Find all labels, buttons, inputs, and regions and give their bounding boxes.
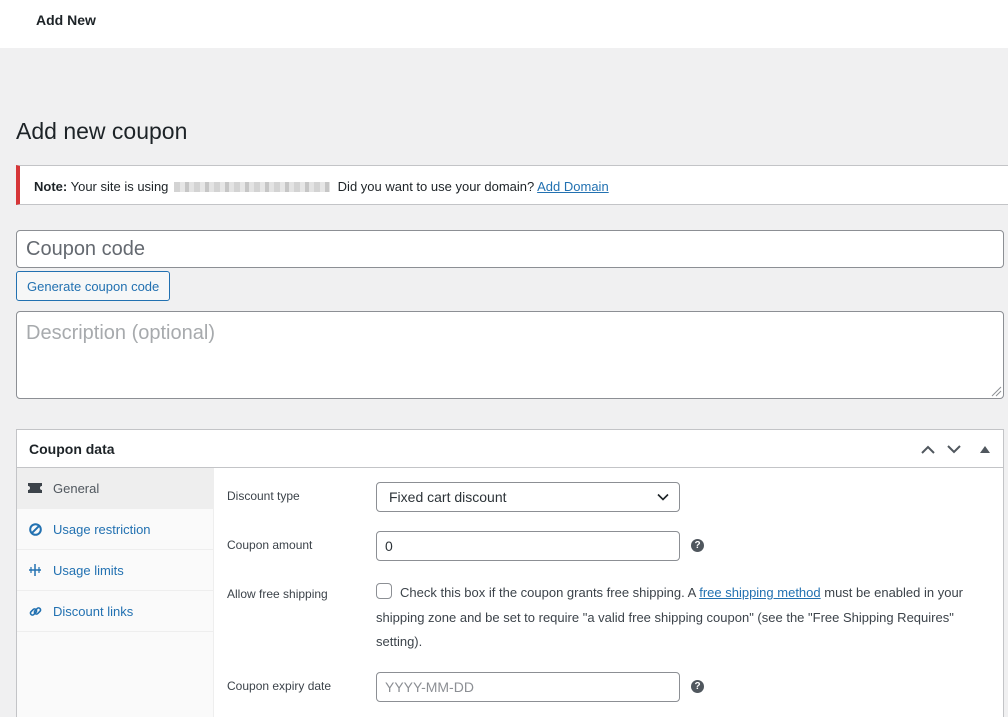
add-domain-link[interactable]: Add Domain	[537, 179, 609, 194]
discount-type-label: Discount type	[227, 489, 300, 503]
expiry-date-label: Coupon expiry date	[227, 679, 332, 693]
coupon-code-input[interactable]	[16, 230, 1004, 268]
collapse-toggle-icon[interactable]	[975, 439, 995, 459]
notice-text-before: Your site is using	[70, 179, 169, 194]
ticket-icon	[27, 480, 43, 496]
coupon-data-header: Coupon data	[17, 430, 1003, 468]
tab-discount-links[interactable]: Discount links	[17, 591, 213, 632]
chevron-down-icon	[657, 493, 669, 501]
help-icon[interactable]: ?	[691, 539, 704, 552]
tab-label: Usage limits	[53, 562, 124, 578]
resize-handle-icon[interactable]	[990, 385, 1002, 397]
coupon-amount-label: Coupon amount	[227, 538, 313, 552]
limits-icon	[27, 562, 43, 578]
coupon-data-panel: Coupon data General Usage restriction Us…	[16, 429, 1004, 717]
tab-usage-restriction[interactable]: Usage restriction	[17, 509, 213, 550]
move-up-icon[interactable]	[918, 439, 938, 459]
free-shipping-method-link[interactable]: free shipping method	[699, 585, 820, 600]
free-shipping-description: Check this box if the coupon grants free…	[376, 581, 996, 655]
top-bar: Add New	[0, 0, 1008, 48]
description-textarea[interactable]	[16, 311, 1004, 399]
free-shipping-label: Allow free shipping	[227, 587, 328, 601]
coupon-data-tabs: General Usage restriction Usage limits D…	[17, 468, 214, 717]
help-icon[interactable]: ?	[691, 680, 704, 693]
link-icon	[27, 603, 43, 619]
tab-label: Discount links	[53, 603, 134, 619]
notice-text-after: Did you want to use your domain?	[337, 179, 535, 194]
expiry-date-input[interactable]	[376, 672, 680, 702]
discount-type-select[interactable]: Fixed cart discount	[376, 482, 680, 512]
discount-type-value: Fixed cart discount	[389, 489, 507, 505]
tab-label: General	[53, 480, 100, 496]
prohibited-icon	[27, 521, 43, 537]
notice-label: Note:	[34, 179, 68, 194]
coupon-amount-input[interactable]	[376, 531, 680, 561]
tab-label: Usage restriction	[53, 521, 151, 537]
page-title: Add new coupon	[16, 118, 188, 144]
add-new-link[interactable]: Add New	[36, 12, 96, 28]
move-down-icon[interactable]	[944, 439, 964, 459]
free-shipping-text-before: Check this box if the coupon grants free…	[400, 585, 696, 600]
general-panel: Discount type Fixed cart discount Coupon…	[214, 468, 1004, 717]
tab-general[interactable]: General	[17, 468, 213, 509]
coupon-data-title: Coupon data	[29, 441, 115, 457]
domain-notice: Note: Your site is using Did you want to…	[16, 165, 1008, 205]
tab-usage-limits[interactable]: Usage limits	[17, 550, 213, 591]
blurred-domain	[174, 182, 331, 192]
generate-coupon-code-button[interactable]: Generate coupon code	[16, 271, 171, 301]
